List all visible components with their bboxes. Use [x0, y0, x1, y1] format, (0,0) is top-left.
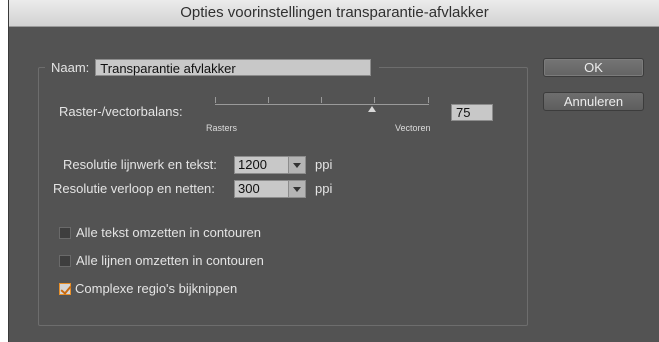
slider-tick [428, 97, 429, 103]
slider-tick [374, 97, 375, 103]
chevron-down-icon [288, 157, 305, 173]
slider-thumb-icon[interactable] [368, 106, 376, 112]
slider-min-label: Rasters [206, 123, 238, 133]
line-art-resolution-unit: ppi [315, 157, 333, 172]
gradient-resolution-value: 300 [238, 181, 260, 196]
strokes-to-outlines-label: Alle lijnen omzetten in contouren [76, 253, 264, 268]
slider-tick [321, 97, 322, 103]
strokes-to-outlines-checkbox[interactable] [59, 255, 71, 267]
raster-vector-label: Raster-/vectorbalans: [59, 104, 183, 119]
line-art-resolution-label: Resolutie lijnwerk en tekst: [63, 157, 217, 172]
flattener-preset-dialog: Opties voorinstellingen transparantie-af… [8, 0, 659, 342]
text-to-outlines-checkbox[interactable] [59, 227, 71, 239]
cancel-button[interactable]: Annuleren [543, 92, 644, 111]
slider-max-label: Vectoren [395, 123, 431, 133]
raster-vector-value[interactable]: 75 [451, 104, 493, 121]
text-to-outlines-label: Alle tekst omzetten in contouren [76, 225, 261, 240]
gradient-resolution-label: Resolutie verloop en netten: [53, 181, 215, 196]
slider-tick [215, 97, 216, 103]
gradient-resolution-select[interactable]: 300 [234, 180, 306, 198]
window-title: Opties voorinstellingen transparantie-af… [9, 0, 659, 27]
raster-vector-slider[interactable] [215, 104, 429, 105]
gradient-resolution-unit: ppi [315, 181, 333, 196]
clip-complex-regions-label: Complexe regio's bijknippen [75, 281, 238, 296]
line-art-resolution-value: 1200 [238, 157, 267, 172]
line-art-resolution-select[interactable]: 1200 [234, 156, 306, 174]
name-label: Naam: [51, 59, 90, 75]
chevron-down-icon [288, 181, 305, 197]
slider-tick [268, 97, 269, 103]
name-input[interactable]: Transparantie afvlakker [95, 58, 372, 76]
clip-complex-regions-checkbox[interactable] [59, 283, 71, 295]
ok-button[interactable]: OK [543, 58, 644, 77]
name-row: Naam: Transparantie afvlakker [45, 57, 380, 77]
